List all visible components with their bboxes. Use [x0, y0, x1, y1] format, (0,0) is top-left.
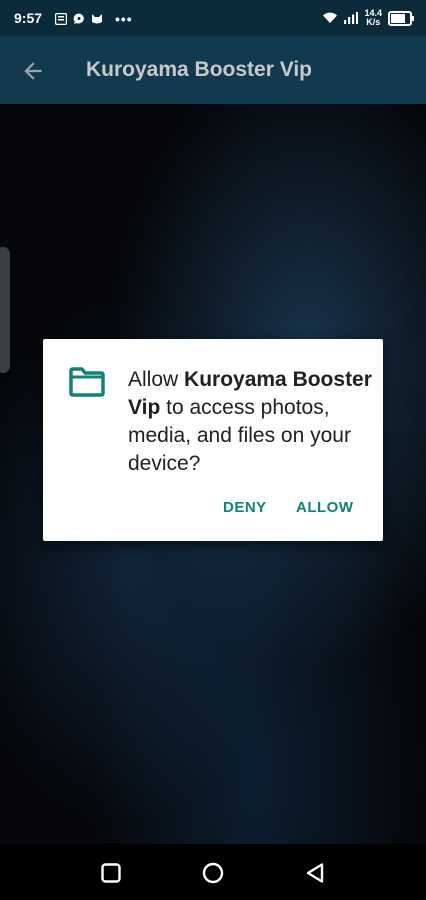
allow-button[interactable]: ALLOW [296, 499, 353, 516]
chat-icon [73, 13, 84, 25]
network-speed: 14.4 K/s [364, 9, 382, 27]
battery-icon [388, 10, 414, 26]
permission-dialog: Allow Kuroyama Booster Vip to access pho… [43, 339, 383, 541]
battery-fill [391, 13, 405, 23]
message-suffix: to access photos, media, and files on yo… [128, 396, 351, 475]
status-time: 9:57 [14, 10, 43, 26]
more-notifications-indicator: ••• [115, 11, 133, 27]
message-prefix: Allow [128, 368, 185, 391]
triangle-back-icon[interactable] [304, 861, 328, 885]
arrow-left-icon[interactable] [20, 58, 46, 84]
app-bar: Kuroyama Booster Vip [0, 36, 426, 104]
square-recents-icon[interactable] [99, 861, 123, 885]
permission-message: Allow Kuroyama Booster Vip to access pho… [128, 366, 373, 478]
deny-button[interactable]: DENY [223, 499, 267, 516]
app-title: Kuroyama Booster Vip [86, 58, 313, 81]
network-speed-unit: K/s [366, 17, 381, 27]
news-icon [55, 13, 67, 25]
system-icons: 14.4 K/s [322, 9, 414, 27]
navigation-bar [0, 844, 426, 900]
folder-icon [69, 367, 105, 397]
edge-panel-handle[interactable] [0, 247, 10, 373]
signal-icon [344, 12, 359, 24]
cat-icon [92, 14, 102, 24]
notification-icons: ••• [55, 11, 133, 27]
wifi-icon [323, 12, 338, 23]
status-bar: 9:57 ••• 14.4 K/s [0, 0, 426, 36]
circle-home-icon[interactable] [201, 861, 225, 885]
